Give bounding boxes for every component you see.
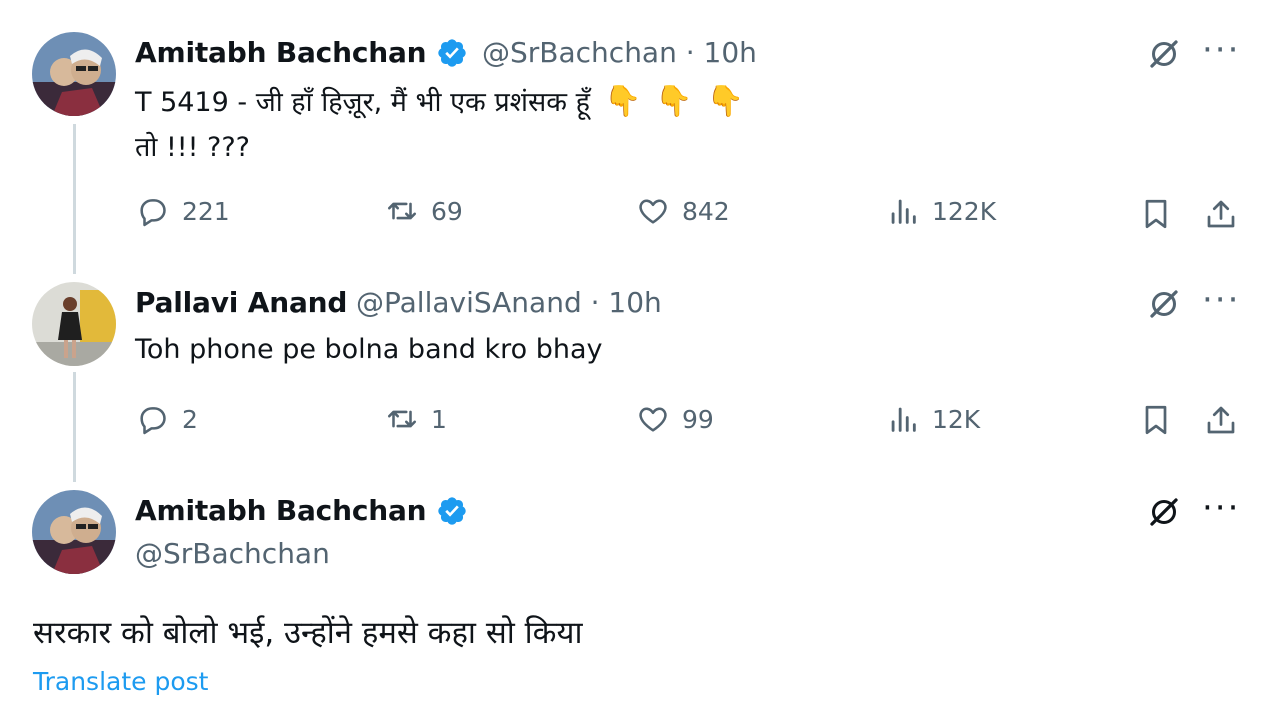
- reply-icon: [140, 199, 166, 227]
- repost-count: 69: [431, 196, 463, 226]
- like-count: 99: [682, 404, 714, 434]
- tweet-text: Toh phone pe bolna band kro bhay: [135, 334, 603, 365]
- author-handle-time[interactable]: @PallaviSAnand · 10h: [356, 286, 662, 319]
- author-name[interactable]: Amitabh Bachchan: [135, 36, 427, 69]
- like-icon: [639, 199, 667, 224]
- translate-post-link[interactable]: Translate post: [33, 667, 208, 696]
- repost-button[interactable]: 69: [385, 194, 463, 228]
- tweet-text-line: T 5419 - जी हाँ हिज़ूर, मैं भी एक प्रशंस…: [135, 87, 590, 118]
- more-icon[interactable]: ···: [1202, 33, 1240, 67]
- hand-emoji: 👇: [603, 84, 642, 119]
- like-button[interactable]: 842: [636, 194, 730, 228]
- views-icon: [891, 407, 916, 432]
- reply-button[interactable]: 221: [136, 194, 230, 228]
- bookmark-icon[interactable]: [1138, 196, 1174, 232]
- avatar[interactable]: [32, 490, 116, 574]
- like-icon: [639, 407, 667, 432]
- share-icon[interactable]: [1203, 402, 1239, 438]
- author-name[interactable]: Amitabh Bachchan: [135, 494, 427, 527]
- grok-icon[interactable]: [1146, 494, 1182, 530]
- repost-icon: [387, 202, 417, 220]
- hand-emoji: 👇: [655, 84, 693, 119]
- verified-badge-icon: [438, 39, 466, 67]
- like-button[interactable]: 99: [636, 402, 714, 436]
- views-icon: [891, 199, 916, 224]
- views-count: 12K: [932, 404, 981, 434]
- bookmark-icon[interactable]: [1138, 402, 1174, 438]
- more-icon[interactable]: ···: [1202, 491, 1240, 525]
- verified-badge-icon: [438, 497, 466, 525]
- reply-count: 2: [182, 404, 198, 434]
- reply-button[interactable]: 2: [136, 402, 198, 436]
- reply-count: 221: [182, 196, 230, 226]
- avatar[interactable]: [32, 282, 116, 366]
- avatar[interactable]: [32, 32, 116, 116]
- author-handle-time[interactable]: @SrBachchan · 10h: [482, 36, 757, 69]
- tweet-text: T 5419 - जी हाँ हिज़ूर, मैं भी एक प्रशंस…: [135, 82, 744, 119]
- views-count: 122K: [932, 196, 997, 226]
- repost-icon: [387, 410, 417, 428]
- repost-button[interactable]: 1: [385, 402, 447, 436]
- thread-line: [73, 372, 76, 482]
- tweet-text-line-2: तो !!! ???: [135, 132, 251, 163]
- views-button[interactable]: 12K: [886, 402, 980, 436]
- reply-icon: [140, 407, 166, 435]
- thread-line: [73, 124, 76, 274]
- tweet-text: सरकार को बोलो भई, उन्होंने हमसे कहा सो क…: [33, 615, 583, 651]
- views-button[interactable]: 122K: [886, 194, 996, 228]
- repost-count: 1: [431, 404, 447, 434]
- like-count: 842: [682, 196, 730, 226]
- hand-emoji: 👇: [706, 84, 745, 119]
- share-icon[interactable]: [1203, 196, 1239, 232]
- grok-icon[interactable]: [1146, 36, 1182, 72]
- more-icon[interactable]: ···: [1202, 283, 1240, 317]
- author-name[interactable]: Pallavi Anand: [135, 286, 347, 319]
- grok-icon[interactable]: [1146, 286, 1182, 322]
- author-handle[interactable]: @SrBachchan: [135, 537, 330, 570]
